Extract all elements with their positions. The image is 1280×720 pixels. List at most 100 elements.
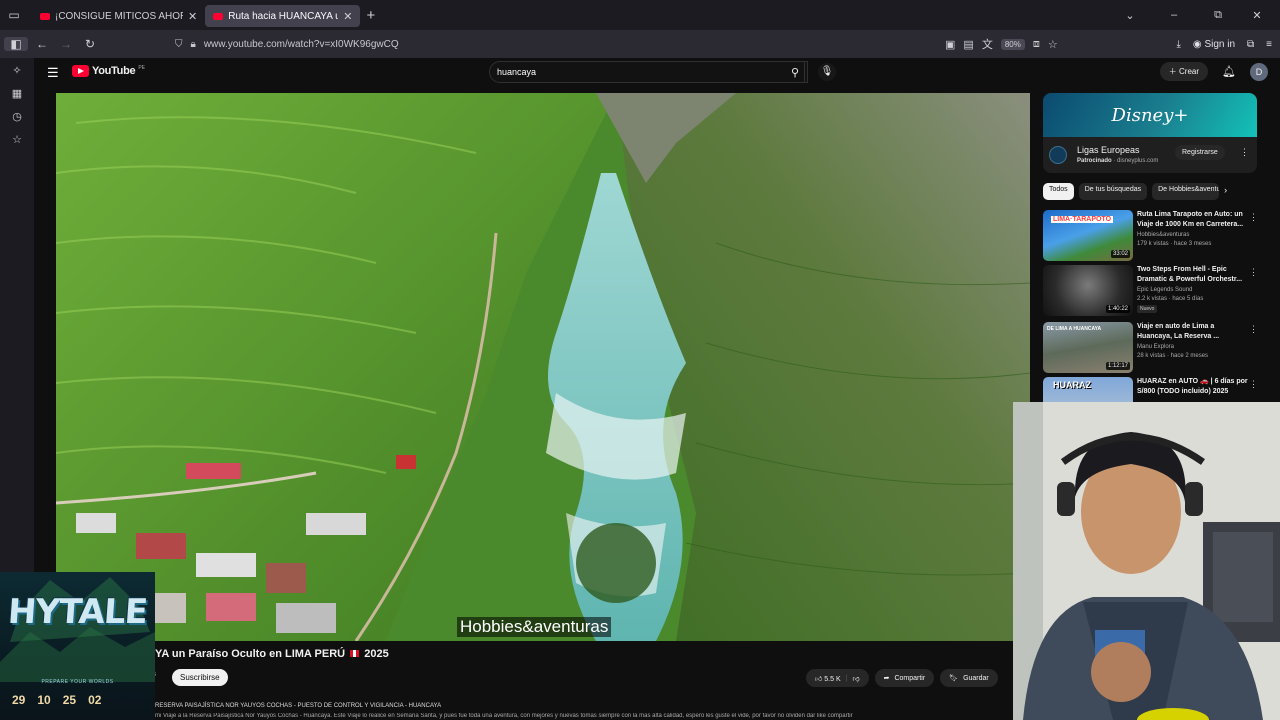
chevron-right-icon[interactable]: › (1224, 183, 1227, 200)
extension-translate-icon[interactable]: ⧈ (1033, 38, 1040, 51)
video-thumbnail[interactable]: DE LIMA A HUANCAYA 1:12:17 (1043, 322, 1133, 373)
address-bar[interactable]: ⛉ 🔒︎ www.youtube.com/watch?v=xI0WK96gwCQ (175, 33, 1075, 55)
shield-icon[interactable]: ⛉ (175, 39, 183, 50)
history-icon[interactable]: ◷ (0, 110, 34, 123)
youtube-logo-text: YouTube (92, 65, 136, 77)
video-player[interactable] (56, 93, 1030, 641)
video-title[interactable]: Viaje en auto de Lima a Huancaya, La Res… (1137, 322, 1249, 342)
more-options-icon[interactable]: ⋮ (1240, 147, 1249, 158)
more-options-icon[interactable]: ⋮ (1249, 379, 1258, 390)
toolbar-right: ⤓ ◉ Sign in ⧉ ≡ (1177, 33, 1273, 55)
list-item[interactable]: 1:40:22 Two Steps From Hell - Epic Drama… (1043, 265, 1258, 317)
channel-name[interactable]: Hobbies&aventuras (1137, 232, 1189, 238)
video-title[interactable]: Ruta Lima Tarapoto en Auto: un Viaje de … (1137, 210, 1249, 230)
hytale-logo: HYTALE (6, 592, 149, 632)
sidebar-toggle-icon[interactable]: ◧ (4, 37, 28, 51)
account-button[interactable]: ◉ Sign in (1193, 39, 1235, 50)
list-item[interactable]: HUARAZ HUARAZ en AUTO 🚗 | 6 días por S/8… (1043, 377, 1258, 402)
chip-from-searches[interactable]: De tus búsquedas (1078, 183, 1148, 200)
maximize-icon[interactable]: ⧉ (1202, 9, 1234, 22)
more-options-icon[interactable]: ⋮ (1249, 324, 1258, 335)
countdown-value: 29 (12, 693, 26, 707)
save-button[interactable]: 🔖︎ Guardar (940, 669, 998, 687)
video-thumbnail[interactable]: LIMA·TARAPOTO 33:02 (1043, 210, 1133, 261)
translate-icon[interactable]: 文 (982, 36, 993, 52)
description-text[interactable]: mi Viaje a la Reserva Paisajística Nor Y… (155, 713, 1015, 719)
search-button[interactable]: ⚲ (775, 61, 815, 83)
reader-view-icon[interactable]: ▤ (963, 38, 973, 51)
more-options-icon[interactable]: ⋮ (1249, 212, 1258, 223)
tab-title: Ruta hacia HUANCAYA un Paraí (228, 10, 339, 22)
menu-icon[interactable]: ≡ (1266, 39, 1272, 50)
video-frame-landscape (56, 93, 1030, 641)
youtube-logo[interactable]: YouTube PE (72, 65, 145, 77)
browser-tab[interactable]: ¡CONSIGUE MÍTICOS AHORA! D ✕ (32, 5, 205, 27)
duration-badge: 33:02 (1110, 250, 1130, 258)
like-button[interactable]: 👍︎ 5.5 K (815, 674, 841, 683)
channel-name[interactable]: Manu Explora (1137, 344, 1174, 350)
tab-list-icon[interactable]: ▭ (2, 8, 26, 22)
ad-banner-image[interactable]: Disney+ (1043, 93, 1257, 137)
countdown-value: 10 (37, 693, 51, 707)
video-thumbnail[interactable]: HUARAZ (1043, 377, 1133, 402)
tab-overflow-chevron-icon[interactable]: ⌄ (1114, 9, 1146, 22)
url-text[interactable]: www.youtube.com/watch?v=xI0WK96gwCQ (204, 39, 399, 50)
notifications-bell-icon[interactable]: 🔔︎ (1222, 65, 1236, 78)
ad-info-row: Ligas Europeas Patrocinado · disneyplus.… (1043, 137, 1257, 173)
downloads-icon[interactable]: ⤓ (1177, 39, 1181, 50)
bookmarks-icon[interactable]: ☆ (0, 133, 34, 146)
peru-flag-icon (350, 650, 360, 657)
video-thumbnail[interactable]: 1:40:22 (1043, 265, 1133, 316)
guide-menu-icon[interactable]: ☰ (47, 65, 59, 81)
countdown: 29 10 25 02 (12, 693, 101, 707)
dislike-icon[interactable]: 👎︎ (852, 674, 859, 683)
close-tab-icon[interactable]: ✕ (343, 10, 352, 23)
bookmark-star-icon[interactable]: ☆ (1048, 38, 1058, 51)
reload-icon[interactable]: ↻ (78, 37, 102, 51)
overlay-tagline: PREPARE YOUR WORLDS (41, 679, 114, 685)
list-item[interactable]: LIMA·TARAPOTO 33:02 Ruta Lima Tarapoto e… (1043, 210, 1258, 262)
chip-from-channel[interactable]: De Hobbies&aventuras (1152, 183, 1220, 200)
share-button[interactable]: ➦ Compartir (874, 669, 935, 687)
zoom-level[interactable]: 80% (1000, 38, 1025, 50)
list-item[interactable]: DE LIMA A HUANCAYA 1:12:17 Viaje en auto… (1043, 322, 1258, 374)
sponsored-ad-card[interactable]: Disney+ Ligas Europeas Patrocinado · dis… (1043, 93, 1257, 173)
extensions-icon[interactable]: ⧉ (1247, 39, 1254, 50)
forward-icon[interactable]: → (54, 37, 78, 51)
video-title[interactable]: Two Steps From Hell - Epic Dramatic & Po… (1137, 265, 1249, 285)
tab-title: ¡CONSIGUE MÍTICOS AHORA! D (55, 10, 183, 22)
sponsored-label: Patrocinado (1077, 158, 1112, 164)
ai-chat-icon[interactable]: ✧ (0, 64, 34, 77)
webcam-overlay (1013, 402, 1280, 720)
more-options-icon[interactable]: ⋮ (1249, 267, 1258, 278)
webcam-image (1013, 402, 1280, 720)
create-button[interactable]: ＋ Crear (1159, 62, 1209, 81)
video-title[interactable]: HUARAZ en AUTO 🚗 | 6 días por S/800 (TOD… (1137, 377, 1249, 397)
synced-tabs-icon[interactable]: ▦ (0, 87, 34, 100)
filter-chips: Todos De tus búsquedas De Hobbies&aventu… (1043, 183, 1258, 200)
ad-title[interactable]: Ligas Europeas (1077, 145, 1140, 155)
new-tab-button[interactable]: + (366, 7, 375, 24)
lock-icon[interactable]: 🔒︎ (191, 39, 196, 50)
subscribe-button[interactable]: Suscribirse (172, 669, 228, 686)
video-meta: 28 k vistas · hace 2 meses (1137, 353, 1209, 359)
chip-all[interactable]: Todos (1043, 183, 1074, 200)
ad-register-button[interactable]: Registrarse (1175, 145, 1225, 160)
close-tab-icon[interactable]: ✕ (188, 10, 197, 23)
avatar[interactable]: D (1250, 62, 1268, 81)
like-dislike-group: 👍︎ 5.5 K | 👎︎ (806, 669, 869, 687)
close-window-icon[interactable]: ✕ (1234, 9, 1280, 22)
sign-in-label[interactable]: Sign in (1204, 39, 1235, 50)
country-code: PE (138, 65, 145, 71)
voice-search-icon[interactable]: 🎙︎ (818, 63, 836, 81)
countdown-seconds: 02 (88, 693, 101, 707)
browser-tab-active[interactable]: Ruta hacia HUANCAYA un Paraí ✕ (205, 5, 361, 27)
back-icon[interactable]: ← (30, 37, 54, 51)
description-heading: RESERVA PAISAJÍSTICA NOR YAUYOS COCHAS -… (155, 703, 442, 709)
minimize-icon[interactable]: – (1146, 9, 1202, 21)
picture-in-picture-icon[interactable]: ▣ (945, 38, 955, 51)
video-title-main: YA un Paraíso Oculto en LIMA PERÚ 2025 (155, 648, 389, 660)
search-input[interactable]: huancaya ✕ (489, 61, 808, 83)
channel-name[interactable]: Epic Legends Sound (1137, 287, 1192, 293)
search-value[interactable]: huancaya (497, 67, 536, 77)
